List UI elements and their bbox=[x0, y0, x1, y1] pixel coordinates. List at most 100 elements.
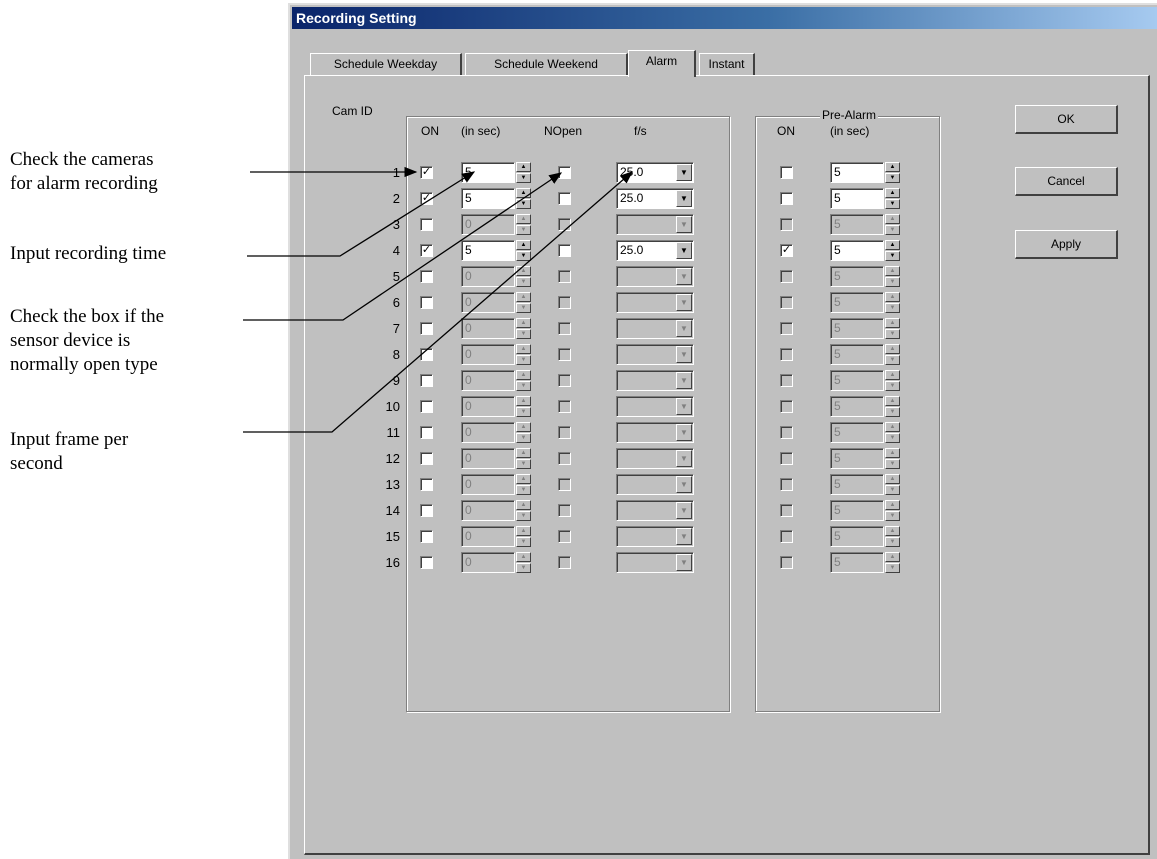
on-checkbox[interactable] bbox=[420, 296, 433, 309]
pre-alarm-checkbox[interactable] bbox=[780, 374, 793, 387]
spin-down-icon[interactable]: ▼ bbox=[516, 303, 531, 313]
fps-select[interactable]: 25.0 ▼ bbox=[616, 240, 694, 261]
pre-alarm-checkbox[interactable] bbox=[780, 426, 793, 439]
spin-down-icon[interactable]: ▼ bbox=[516, 199, 531, 209]
recording-time-input[interactable]: 5 bbox=[461, 240, 515, 261]
recording-time-input[interactable]: 0 bbox=[461, 448, 515, 469]
pre-alarm-time-input[interactable]: 5 bbox=[830, 266, 884, 287]
on-checkbox[interactable] bbox=[420, 426, 433, 439]
spin-down-icon[interactable]: ▼ bbox=[885, 407, 900, 417]
pre-alarm-time-input[interactable]: 5 bbox=[830, 448, 884, 469]
on-checkbox[interactable] bbox=[420, 452, 433, 465]
chevron-down-icon[interactable]: ▼ bbox=[676, 164, 692, 181]
chevron-down-icon[interactable]: ▼ bbox=[676, 424, 692, 441]
spin-down-icon[interactable]: ▼ bbox=[516, 355, 531, 365]
apply-button[interactable]: Apply bbox=[1015, 230, 1118, 259]
chevron-down-icon[interactable]: ▼ bbox=[676, 528, 692, 545]
fps-select[interactable]: 25.0 ▼ bbox=[616, 162, 694, 183]
pre-alarm-time-input[interactable]: 5 bbox=[830, 526, 884, 547]
fps-select[interactable]: ▼ bbox=[616, 344, 694, 365]
on-checkbox[interactable] bbox=[420, 270, 433, 283]
recording-time-input[interactable]: 0 bbox=[461, 266, 515, 287]
pre-alarm-time-input[interactable]: 5 bbox=[830, 344, 884, 365]
spin-up-icon[interactable]: ▲ bbox=[885, 240, 900, 250]
spin-down-icon[interactable]: ▼ bbox=[885, 485, 900, 495]
pre-alarm-checkbox[interactable]: ✓ bbox=[780, 244, 793, 257]
spin-up-icon[interactable]: ▲ bbox=[516, 240, 531, 250]
pre-alarm-checkbox[interactable] bbox=[780, 556, 793, 569]
tab-schedule-weekday[interactable]: Schedule Weekday bbox=[310, 53, 462, 76]
on-checkbox[interactable] bbox=[420, 504, 433, 517]
on-checkbox[interactable]: ✓ bbox=[420, 166, 433, 179]
spin-up-icon[interactable]: ▲ bbox=[885, 552, 900, 562]
spin-down-icon[interactable]: ▼ bbox=[885, 355, 900, 365]
tab-schedule-weekend[interactable]: Schedule Weekend bbox=[465, 53, 628, 76]
spin-up-icon[interactable]: ▲ bbox=[516, 526, 531, 536]
fps-select[interactable]: ▼ bbox=[616, 396, 694, 417]
spin-down-icon[interactable]: ▼ bbox=[516, 537, 531, 547]
spin-down-icon[interactable]: ▼ bbox=[885, 511, 900, 521]
fps-select[interactable]: ▼ bbox=[616, 448, 694, 469]
spin-up-icon[interactable]: ▲ bbox=[516, 552, 531, 562]
spin-up-icon[interactable]: ▲ bbox=[516, 266, 531, 276]
pre-alarm-time-input[interactable]: 5 bbox=[830, 162, 884, 183]
nopen-checkbox[interactable] bbox=[558, 556, 571, 569]
spin-down-icon[interactable]: ▼ bbox=[885, 251, 900, 261]
chevron-down-icon[interactable]: ▼ bbox=[676, 554, 692, 571]
nopen-checkbox[interactable] bbox=[558, 374, 571, 387]
fps-select[interactable]: ▼ bbox=[616, 474, 694, 495]
nopen-checkbox[interactable] bbox=[558, 322, 571, 335]
chevron-down-icon[interactable]: ▼ bbox=[676, 242, 692, 259]
recording-time-input[interactable]: 0 bbox=[461, 552, 515, 573]
nopen-checkbox[interactable] bbox=[558, 426, 571, 439]
pre-alarm-time-input[interactable]: 5 bbox=[830, 188, 884, 209]
chevron-down-icon[interactable]: ▼ bbox=[676, 268, 692, 285]
fps-select[interactable]: ▼ bbox=[616, 318, 694, 339]
chevron-down-icon[interactable]: ▼ bbox=[676, 372, 692, 389]
chevron-down-icon[interactable]: ▼ bbox=[676, 398, 692, 415]
pre-alarm-checkbox[interactable] bbox=[780, 400, 793, 413]
recording-time-input[interactable]: 0 bbox=[461, 526, 515, 547]
recording-time-input[interactable]: 0 bbox=[461, 422, 515, 443]
pre-alarm-time-input[interactable]: 5 bbox=[830, 552, 884, 573]
spin-up-icon[interactable]: ▲ bbox=[516, 344, 531, 354]
spin-down-icon[interactable]: ▼ bbox=[516, 433, 531, 443]
on-checkbox[interactable] bbox=[420, 348, 433, 361]
recording-time-input[interactable]: 0 bbox=[461, 318, 515, 339]
fps-select[interactable]: ▼ bbox=[616, 500, 694, 521]
pre-alarm-time-input[interactable]: 5 bbox=[830, 214, 884, 235]
spin-up-icon[interactable]: ▲ bbox=[885, 370, 900, 380]
on-checkbox[interactable] bbox=[420, 556, 433, 569]
recording-time-input[interactable]: 0 bbox=[461, 396, 515, 417]
spin-up-icon[interactable]: ▲ bbox=[516, 422, 531, 432]
recording-time-input[interactable]: 0 bbox=[461, 214, 515, 235]
nopen-checkbox[interactable] bbox=[558, 530, 571, 543]
fps-select[interactable]: ▼ bbox=[616, 422, 694, 443]
nopen-checkbox[interactable] bbox=[558, 244, 571, 257]
spin-down-icon[interactable]: ▼ bbox=[516, 173, 531, 183]
spin-down-icon[interactable]: ▼ bbox=[516, 407, 531, 417]
spin-up-icon[interactable]: ▲ bbox=[885, 318, 900, 328]
on-checkbox[interactable] bbox=[420, 530, 433, 543]
chevron-down-icon[interactable]: ▼ bbox=[676, 294, 692, 311]
chevron-down-icon[interactable]: ▼ bbox=[676, 502, 692, 519]
fps-select[interactable]: ▼ bbox=[616, 552, 694, 573]
spin-down-icon[interactable]: ▼ bbox=[516, 329, 531, 339]
nopen-checkbox[interactable] bbox=[558, 452, 571, 465]
recording-time-input[interactable]: 0 bbox=[461, 292, 515, 313]
spin-down-icon[interactable]: ▼ bbox=[885, 563, 900, 573]
nopen-checkbox[interactable] bbox=[558, 504, 571, 517]
spin-up-icon[interactable]: ▲ bbox=[885, 162, 900, 172]
spin-up-icon[interactable]: ▲ bbox=[885, 500, 900, 510]
chevron-down-icon[interactable]: ▼ bbox=[676, 476, 692, 493]
spin-down-icon[interactable]: ▼ bbox=[516, 485, 531, 495]
spin-up-icon[interactable]: ▲ bbox=[885, 188, 900, 198]
chevron-down-icon[interactable]: ▼ bbox=[676, 346, 692, 363]
pre-alarm-checkbox[interactable] bbox=[780, 452, 793, 465]
pre-alarm-checkbox[interactable] bbox=[780, 270, 793, 283]
spin-down-icon[interactable]: ▼ bbox=[516, 225, 531, 235]
fps-select[interactable]: ▼ bbox=[616, 370, 694, 391]
pre-alarm-time-input[interactable]: 5 bbox=[830, 396, 884, 417]
spin-down-icon[interactable]: ▼ bbox=[516, 511, 531, 521]
chevron-down-icon[interactable]: ▼ bbox=[676, 320, 692, 337]
